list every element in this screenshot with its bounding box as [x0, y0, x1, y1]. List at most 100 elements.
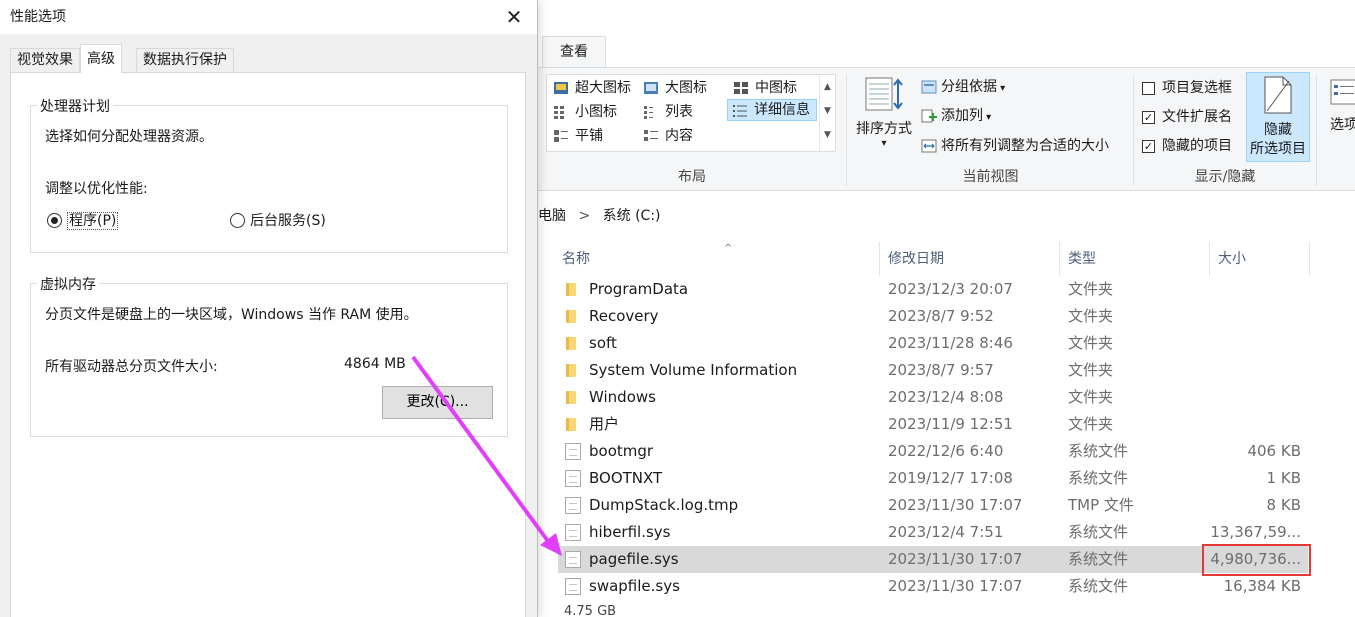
file-name: hiberfil.sys	[589, 523, 671, 541]
file-name: BOOTNXT	[589, 469, 663, 487]
hidden-items-toggle[interactable]: ✓ 隐藏的项目	[1140, 135, 1232, 157]
layout-small-icons[interactable]: 小图标	[549, 101, 617, 123]
file-row[interactable]: Recovery 2023/8/7 9:52 文件夹	[558, 303, 1308, 330]
breadcrumb[interactable]: 电脑 > 系统 (C:)	[538, 200, 1355, 232]
file-name: DumpStack.log.tmp	[589, 496, 739, 514]
dialog-title-bar[interactable]: 性能选项 ✕	[0, 0, 537, 34]
file-modified-date: 2023/12/4 7:51	[888, 523, 1004, 541]
file-size: 8 KB	[1266, 496, 1301, 514]
file-icon	[565, 470, 581, 487]
layout-gallery-scroller[interactable]: ▲ ▼ ▼	[819, 75, 835, 151]
file-type: 文件夹	[1068, 334, 1114, 352]
layout-group-label: 布局	[678, 169, 706, 185]
breadcrumb-system-drive[interactable]: 系统 (C:)	[603, 200, 661, 232]
details-icon	[733, 105, 747, 117]
medium-icons-icon	[734, 82, 748, 94]
folder-icon	[566, 364, 576, 377]
sort-by-button[interactable]: 排序方式 ▾	[851, 76, 917, 149]
file-size	[1210, 330, 1301, 357]
chevron-up-icon[interactable]: ▲	[820, 75, 835, 99]
processor-scheduling-group: 处理器计划 选择如何分配处理器资源。 调整以优化性能: 程序(P) 后台服务(S…	[30, 96, 508, 253]
file-modified-date: 2023/8/7 9:57	[888, 361, 994, 379]
file-row[interactable]: bootmgr 2022/12/6 6:40 系统文件 406 KB	[558, 438, 1308, 465]
virtual-memory-description: 分页文件是硬盘上的一块区域，Windows 当作 RAM 使用。	[45, 307, 418, 323]
file-type: 文件夹	[1068, 280, 1114, 298]
group-by-button[interactable]: 分组依据 ▾	[919, 76, 1005, 100]
layout-medium-icons[interactable]: 中图标	[729, 77, 797, 99]
checkbox-checked-icon[interactable]: ✓	[1142, 140, 1155, 153]
layout-list[interactable]: 列表	[639, 101, 693, 123]
column-header-size[interactable]: 大小	[1210, 242, 1310, 276]
layout-details[interactable]: 详细信息	[727, 99, 817, 121]
ribbon-group-show-hide: 项目复选框 ✓ 文件扩展名 ✓ 隐藏的项目 隐藏 所选项目 显示/隐藏	[1134, 68, 1316, 190]
chevron-down-icon: ▾	[983, 112, 992, 123]
file-extensions-toggle[interactable]: ✓ 文件扩展名	[1140, 106, 1232, 128]
layout-extra-large-icons[interactable]: 超大图标	[549, 77, 631, 99]
file-size: 13,367,59...	[1210, 523, 1301, 541]
add-columns-button[interactable]: 添加列 ▾	[919, 105, 991, 129]
file-row[interactable]: Windows 2023/12/4 8:08 文件夹	[558, 384, 1308, 411]
file-type: 系统文件	[1068, 523, 1129, 541]
item-checkboxes-toggle[interactable]: 项目复选框	[1140, 77, 1232, 99]
expand-gallery-icon[interactable]: ▼	[820, 123, 835, 147]
current-view-group-label: 当前视图	[962, 169, 1019, 185]
checkbox-checked-icon[interactable]: ✓	[1142, 111, 1155, 124]
column-header-name[interactable]: ^ 名称	[554, 242, 880, 276]
chevron-down-icon[interactable]: ▼	[820, 99, 835, 123]
ribbon-group-layout: 超大图标 大图标 中图标 小图标 列表 详细信息 平铺 内容 ▲ ▼ ▼ 布局	[538, 68, 846, 190]
file-row[interactable]: swapfile.sys 2023/11/30 17:07 系统文件 16,384 K…	[558, 573, 1308, 600]
close-icon[interactable]: ✕	[497, 2, 531, 32]
total-paging-file-value: 4864 MB	[344, 356, 406, 372]
chevron-right-icon[interactable]: >	[578, 200, 590, 232]
file-type: 系统文件	[1068, 577, 1129, 595]
file-row[interactable]: BOOTNXT 2019/12/7 17:08 系统文件 1 KB	[558, 465, 1308, 492]
file-size: 16,384 KB	[1223, 577, 1301, 595]
file-icon	[565, 578, 581, 595]
hide-selected-icon	[1264, 76, 1292, 114]
chevron-down-icon: ▾	[997, 83, 1006, 94]
tab-advanced[interactable]: 高级	[80, 44, 122, 73]
radio-background-services[interactable]: 后台服务(S)	[230, 212, 326, 230]
radio-programs[interactable]: 程序(P)	[47, 212, 119, 230]
file-row[interactable]: pagefile.sys 2023/11/30 17:07 系统文件 4,980,73…	[558, 546, 1308, 573]
file-row[interactable]: soft 2023/11/28 8:46 文件夹	[558, 330, 1308, 357]
column-header-type[interactable]: 类型	[1060, 242, 1210, 276]
dialog-title: 性能选项	[10, 9, 66, 25]
layout-large-icons[interactable]: 大图标	[639, 77, 707, 99]
radio-unselected-icon[interactable]	[230, 213, 245, 228]
tab-visual-effects[interactable]: 视觉效果	[10, 48, 80, 72]
hide-selected-items-button[interactable]: 隐藏 所选项目	[1246, 72, 1310, 162]
layout-content[interactable]: 内容	[639, 125, 693, 147]
radio-selected-icon[interactable]	[47, 213, 62, 228]
file-row[interactable]: hiberfil.sys 2023/12/4 7:51 系统文件 13,367,59.…	[558, 519, 1308, 546]
file-modified-date: 2023/8/7 9:52	[888, 307, 994, 325]
virtual-memory-group: 虚拟内存 分页文件是硬盘上的一块区域，Windows 当作 RAM 使用。 所有…	[30, 274, 508, 437]
options-button[interactable]: 选项	[1324, 78, 1355, 135]
show-hide-group-label: 显示/隐藏	[1194, 169, 1256, 185]
file-type: 文件夹	[1068, 307, 1114, 325]
column-header-date[interactable]: 修改日期	[880, 242, 1060, 276]
breadcrumb-this-pc[interactable]: 电脑	[538, 200, 566, 232]
file-size	[1210, 384, 1301, 411]
file-modified-date: 2023/11/30 17:07	[888, 550, 1023, 568]
tab-data-execution-prevention[interactable]: 数据执行保护	[136, 48, 234, 72]
file-row[interactable]: System Volume Information 2023/8/7 9:57 文件…	[558, 357, 1308, 384]
file-icon	[565, 497, 581, 514]
file-name: System Volume Information	[589, 361, 798, 379]
file-row[interactable]: 用户 2023/11/9 12:51 文件夹	[558, 411, 1308, 438]
file-name: 用户	[589, 415, 620, 433]
processor-description: 选择如何分配处理器资源。	[45, 129, 213, 145]
file-row[interactable]: DumpStack.log.tmp 2023/11/30 17:07 TMP 文件 8…	[558, 492, 1308, 519]
layout-tiles[interactable]: 平铺	[549, 125, 603, 147]
file-row[interactable]: ProgramData 2023/12/3 20:07 文件夹	[558, 276, 1308, 303]
ribbon-group-current-view: 排序方式 ▾ 分组依据 ▾ 添加列 ▾ 将所有列调整为合适的大小 当前视图	[847, 68, 1134, 190]
fit-columns-button[interactable]: 将所有列调整为合适的大小	[919, 135, 1109, 157]
checkbox-unchecked[interactable]	[1142, 82, 1155, 95]
tab-view[interactable]: 查看	[542, 36, 606, 68]
extra-large-icons-icon	[554, 82, 568, 94]
file-modified-date: 2023/12/4 8:08	[888, 388, 1004, 406]
performance-options-dialog: 性能选项 ✕ 视觉效果 高级 数据执行保护 处理器计划 选择如何分配处理器资源。…	[0, 0, 538, 617]
change-virtual-memory-button[interactable]: 更改(C)...	[382, 386, 493, 419]
file-name: bootmgr	[589, 442, 654, 460]
ribbon-tab-strip: 查看	[538, 0, 1355, 68]
